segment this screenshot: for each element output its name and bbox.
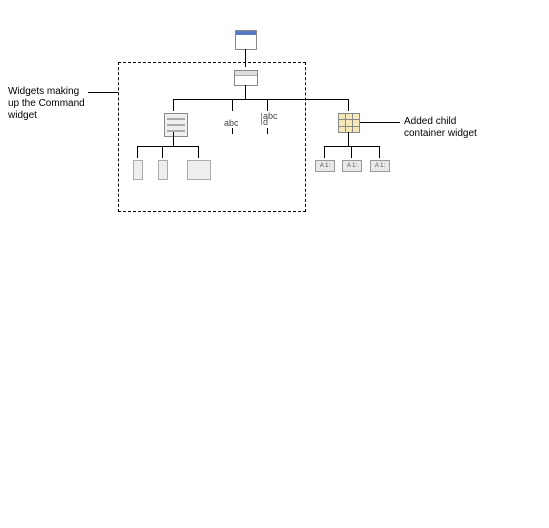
small-widget-node [187, 160, 211, 180]
tree-connector [162, 146, 163, 158]
left-annotation: Widgets making up the Command widget [8, 86, 98, 122]
tree-connector [198, 146, 199, 158]
tree-connector [267, 99, 268, 111]
chip-icon: A 1: [342, 160, 362, 172]
annotation-leader [88, 92, 118, 93]
small-widget-icon [158, 160, 168, 180]
panel-icon [234, 70, 258, 86]
left-annotation-l3: widget [8, 110, 37, 121]
textfield-node: abc d [261, 113, 278, 125]
label-node: abc [224, 118, 239, 128]
form-icon [164, 113, 188, 137]
tree-connector [137, 146, 198, 147]
tree-connector [232, 99, 233, 111]
small-widget-wide-icon [187, 160, 211, 180]
chip-node: A 1: [342, 160, 362, 172]
window-icon [235, 30, 257, 50]
chip-node: A 1: [370, 160, 390, 172]
tree-connector [348, 138, 349, 146]
tree-connector [379, 146, 380, 158]
label-text: abc [224, 118, 239, 128]
root-window-node [235, 30, 257, 50]
grid-icon [338, 113, 360, 133]
tree-connector [351, 146, 352, 158]
tree-connector [173, 138, 174, 146]
right-annotation: Added child container widget [404, 116, 504, 140]
tree-tick [267, 128, 268, 134]
grid-container-node [338, 113, 360, 133]
tree-connector [137, 146, 138, 158]
form-node [164, 113, 188, 137]
small-widget-node [133, 160, 143, 180]
small-widget-node [158, 160, 168, 180]
textfield-line2: d [263, 117, 268, 127]
left-annotation-l1: Widgets making [8, 86, 79, 97]
tree-connector [173, 99, 348, 100]
tree-connector [245, 91, 246, 99]
chip-node: A 1: [315, 160, 335, 172]
chip-icon: A 1: [370, 160, 390, 172]
right-annotation-l1: Added child [404, 116, 456, 127]
tree-connector [324, 146, 325, 158]
right-annotation-l2: container widget [404, 128, 477, 139]
tree-connector [348, 99, 349, 111]
small-widget-icon [133, 160, 143, 180]
annotation-leader [360, 122, 400, 123]
chip-icon: A 1: [315, 160, 335, 172]
command-widget-group [118, 62, 306, 212]
panel-node [234, 70, 258, 86]
tree-tick [232, 128, 233, 134]
left-annotation-l2: up the Command [8, 98, 85, 109]
tree-connector [173, 99, 174, 111]
